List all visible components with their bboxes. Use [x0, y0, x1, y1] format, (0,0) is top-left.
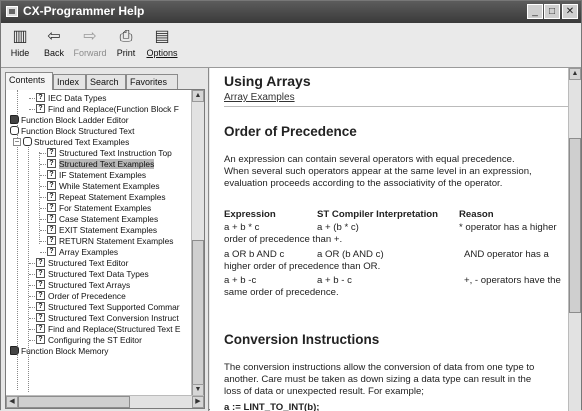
hide-button[interactable]: ▥ Hide — [3, 26, 37, 64]
collapse-toggle[interactable]: − — [13, 138, 21, 146]
back-arrow-icon: ⇦ — [47, 28, 61, 45]
forward-label: Forward — [73, 48, 107, 58]
tab-contents[interactable]: Contents — [5, 72, 53, 90]
help-page-icon: ? — [47, 225, 56, 234]
toolbar: ▥ Hide ⇦ Back ⇨ Forward ⎙ Print ▤ Option… — [1, 23, 581, 68]
help-page-icon: ? — [47, 236, 56, 245]
scroll-right-arrow-icon[interactable]: ▶ — [192, 396, 204, 408]
hide-pane-icon: ▥ — [12, 28, 28, 45]
back-button[interactable]: ⇦ Back — [37, 26, 71, 64]
help-page-icon: ? — [36, 280, 45, 289]
help-page-icon: ? — [36, 258, 45, 267]
topic-content-pane: Using Arrays Array Examples Order of Pre… — [210, 68, 581, 411]
table-header: ST Compiler Interpretation — [317, 209, 438, 220]
scrollbar-thumb[interactable] — [569, 138, 581, 313]
closed-book-icon — [10, 115, 19, 124]
print-button[interactable]: ⎙ Print — [109, 26, 143, 64]
help-page-icon: ? — [47, 159, 56, 168]
help-page-icon: ? — [36, 302, 45, 311]
paragraph-line: The conversion instructions allow the co… — [224, 362, 535, 373]
hide-label: Hide — [10, 48, 30, 58]
help-window: CX-Programmer Help _ □ ✕ ▥ Hide ⇦ Back ⇨… — [0, 0, 582, 411]
close-button[interactable]: ✕ — [562, 4, 578, 19]
forward-button[interactable]: ⇨ Forward — [73, 26, 107, 64]
help-page-icon: ? — [36, 291, 45, 300]
help-page-icon: ? — [47, 214, 56, 223]
content-vertical-scrollbar[interactable]: ▲ — [568, 68, 581, 411]
table-cell: +, - operators have the — [464, 275, 561, 286]
help-page-icon: ? — [47, 181, 56, 190]
paragraph-line: An expression can contain several operat… — [224, 154, 515, 165]
table-header: Expression — [224, 209, 276, 220]
help-page-icon: ? — [47, 148, 56, 157]
open-book-icon — [10, 126, 19, 135]
tab-favorites[interactable]: Favorites — [126, 74, 178, 89]
table-cell: order of precedence than +. — [224, 234, 343, 245]
help-page-icon: ? — [36, 324, 45, 333]
nav-tabs: Contents Index Search Favorites — [5, 72, 205, 90]
help-page-icon: ? — [36, 269, 45, 278]
title-bar[interactable]: CX-Programmer Help _ □ ✕ — [1, 1, 581, 23]
table-cell: AND operator has a — [464, 249, 549, 260]
contents-tree-box: ? IEC Data Types ? Find and Replace(Func… — [5, 89, 205, 409]
tree-guide-line — [17, 90, 18, 390]
closed-book-icon — [10, 346, 19, 355]
table-cell: * operator has a higher — [459, 222, 557, 233]
scrollbar-thumb[interactable] — [192, 240, 204, 390]
scroll-up-arrow-icon[interactable]: ▲ — [569, 68, 581, 80]
tree-horizontal-scrollbar[interactable]: ◀ ▶ — [6, 395, 204, 408]
scroll-up-arrow-icon[interactable]: ▲ — [192, 90, 204, 102]
topic-title: Using Arrays — [224, 73, 311, 89]
table-cell: a OR (b AND c) — [317, 249, 384, 260]
help-page-icon: ? — [47, 192, 56, 201]
table-cell: a + b - c — [317, 275, 352, 286]
table-cell: a + b -c — [224, 275, 257, 286]
tab-index[interactable]: Index — [53, 74, 86, 89]
paragraph-line: When several such operators appear at th… — [224, 166, 532, 177]
scrollbar-thumb[interactable] — [18, 396, 130, 408]
table-cell: a OR b AND c — [224, 249, 285, 260]
options-label: Options — [146, 48, 178, 58]
section-heading-conversion: Conversion Instructions — [224, 332, 380, 347]
table-cell: a + b * c — [224, 222, 260, 233]
open-book-icon — [23, 137, 32, 146]
minimize-button[interactable]: _ — [527, 4, 543, 19]
options-button[interactable]: ▤ Options — [145, 26, 179, 64]
print-label: Print — [116, 48, 136, 58]
paragraph-line: loss of data or unexpected result. For e… — [224, 386, 424, 397]
tree-vertical-scrollbar[interactable]: ▲ ▼ — [191, 90, 204, 396]
help-page-icon: ? — [36, 93, 45, 102]
help-page-icon: ? — [36, 104, 45, 113]
table-cell: same order of precedence. — [224, 287, 339, 298]
section-heading-precedence: Order of Precedence — [224, 124, 357, 139]
printer-icon: ⎙ — [119, 28, 133, 45]
forward-arrow-icon: ⇨ — [83, 28, 97, 45]
tab-search[interactable]: Search — [86, 74, 126, 89]
help-page-icon: ? — [47, 170, 56, 179]
window-title: CX-Programmer Help — [23, 4, 145, 18]
scroll-left-arrow-icon[interactable]: ◀ — [6, 396, 18, 408]
array-examples-link[interactable]: Array Examples — [224, 92, 295, 103]
paragraph-line: another. Care must be taken as down sizi… — [224, 374, 532, 385]
topic-content: Using Arrays Array Examples Order of Pre… — [224, 68, 569, 411]
help-page-icon: ? — [36, 313, 45, 322]
help-app-icon — [6, 6, 18, 17]
contents-tree: ? IEC Data Types ? Find and Replace(Func… — [6, 90, 192, 396]
navigation-pane: Contents Index Search Favorites ? IEC Da… — [1, 68, 209, 411]
help-page-icon: ? — [47, 247, 56, 256]
divider — [224, 106, 569, 107]
maximize-button[interactable]: □ — [544, 4, 560, 19]
options-icon: ▤ — [154, 28, 170, 45]
back-label: Back — [43, 48, 64, 58]
table-cell: a + (b * c) — [317, 222, 359, 233]
paragraph-line: evaluation proceeds according to the ass… — [224, 178, 503, 189]
table-cell: higher order of precedence than OR. — [224, 261, 381, 272]
table-header: Reason — [459, 209, 494, 220]
help-page-icon: ? — [47, 203, 56, 212]
help-page-icon: ? — [36, 335, 45, 344]
